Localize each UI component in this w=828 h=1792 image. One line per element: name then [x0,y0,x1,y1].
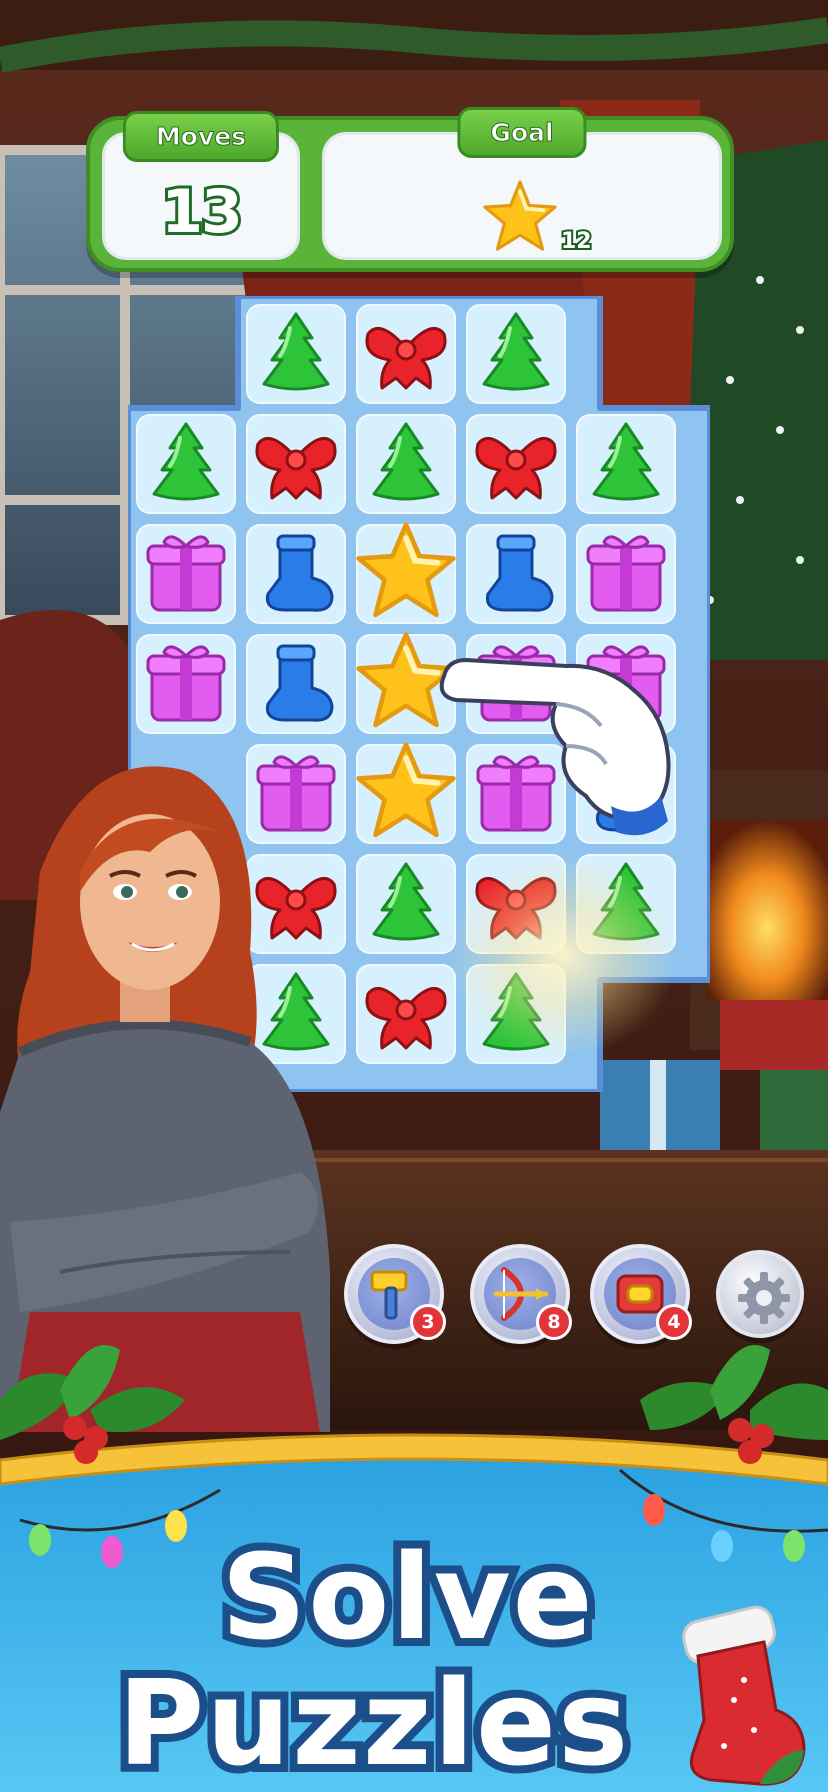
settings-button[interactable] [716,1250,804,1338]
bow-tile-icon [255,436,337,500]
hud-bar: Moves 13 Goal 12 [86,107,734,272]
goal-panel: Goal 12 [322,107,722,260]
moves-value: 13 [158,174,246,250]
board-cell[interactable] [576,524,676,624]
match-glow [448,856,678,1056]
tree-tile-icon [592,422,660,501]
goal-label: Goal [457,107,587,158]
board-cell[interactable] [136,524,236,624]
board-cell[interactable] [246,304,346,404]
tree-tile-icon [262,312,330,391]
holly-right-decoration [640,1345,828,1464]
board-cell[interactable] [246,634,346,734]
tree-tile-icon [372,862,440,941]
board-cell[interactable] [356,854,456,954]
gift-tile-icon [586,535,666,612]
board-cell[interactable] [576,414,676,514]
board-cell[interactable] [466,414,566,514]
moves-panel: Moves 13 [102,111,300,260]
crossbow-booster-button[interactable]: 8 [470,1244,572,1344]
board-cell[interactable] [466,524,566,624]
crossbow-count-badge: 8 [536,1304,572,1340]
bow-tile-icon [365,986,447,1050]
goal-count: 12 [559,227,594,256]
board-cell[interactable] [356,304,456,404]
hammer-count-badge: 3 [410,1304,446,1340]
pointing-hand-icon [439,657,671,836]
goal-star-icon [483,180,557,251]
sock-tile-icon [485,534,554,612]
gift-tile-icon [146,535,226,612]
board-cell[interactable] [246,524,346,624]
board-cell[interactable] [356,522,456,624]
bow-tile-icon [365,326,447,390]
stocking-icon [682,1605,806,1786]
board-cell[interactable] [136,634,236,734]
hammer-booster-button[interactable]: 3 [344,1244,446,1344]
board-cell[interactable] [136,414,236,514]
board-cell[interactable] [356,964,456,1064]
board-cell[interactable] [246,414,346,514]
magnet-booster-button[interactable]: 4 [590,1244,692,1344]
sock-tile-icon [265,644,334,722]
holly-left-decoration [0,1345,185,1464]
gear-icon [738,1272,790,1324]
moves-label: Moves [122,111,280,162]
board-cell[interactable] [356,414,456,514]
bow-tile-icon [475,436,557,500]
board-cell[interactable] [466,304,566,404]
tree-tile-icon [372,422,440,501]
star-tile-icon [356,522,456,618]
gift-tile-icon [146,645,226,722]
sock-tile-icon [265,534,334,612]
tree-tile-icon [152,422,220,501]
tree-tile-icon [482,312,550,391]
